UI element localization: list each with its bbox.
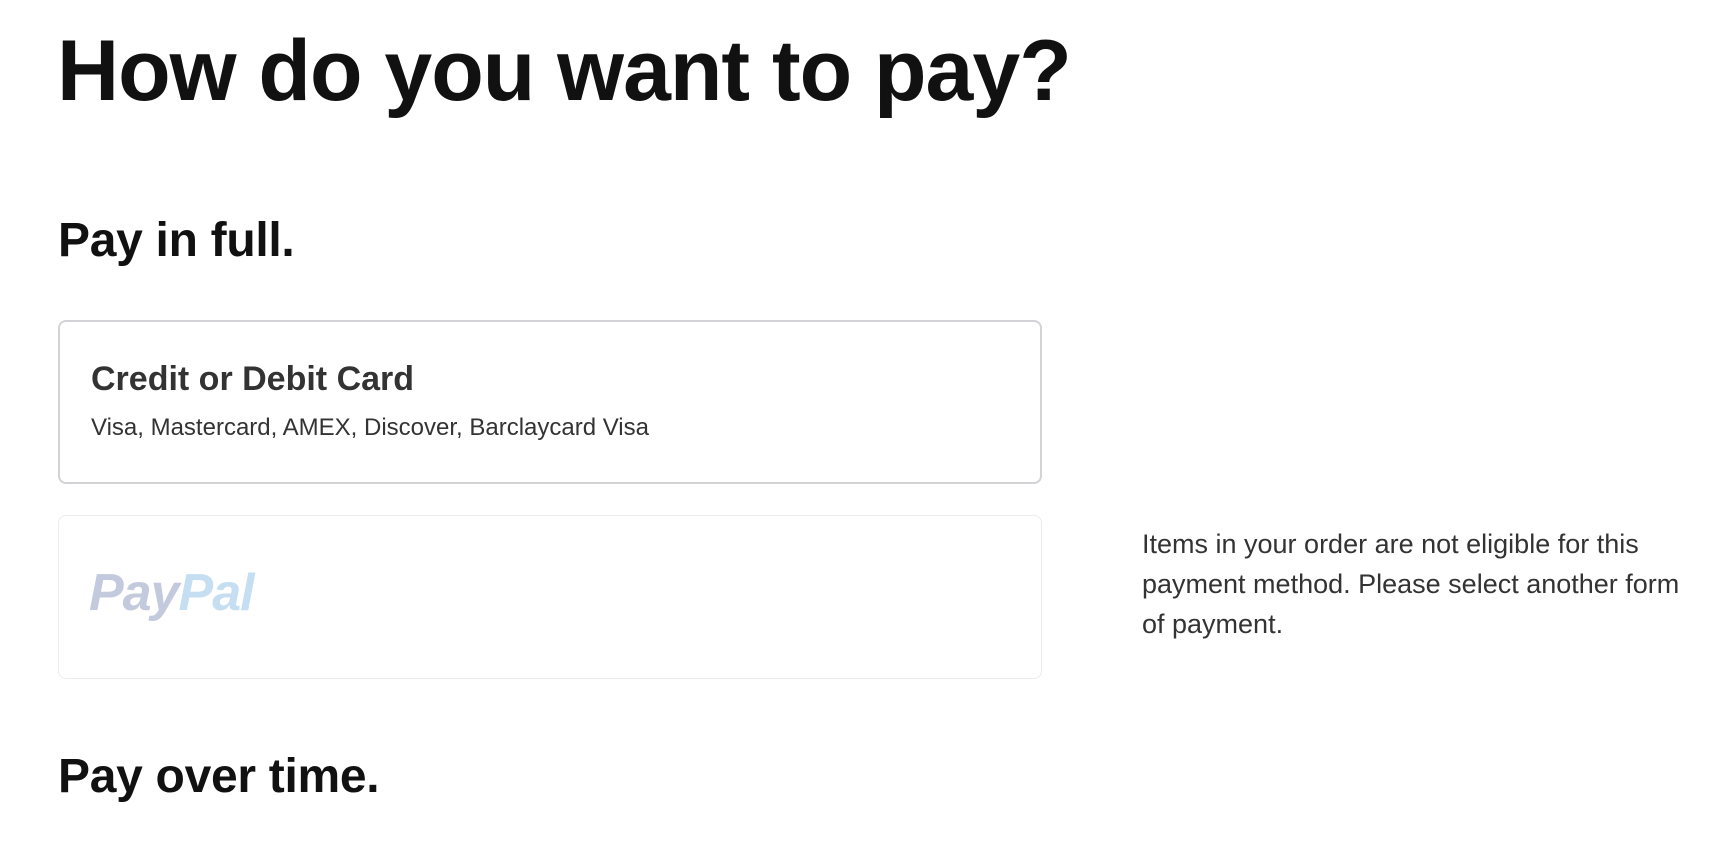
paypal-logo-pay: Pay [89,564,180,622]
paypal-option: PayPal [58,515,1042,679]
section-heading-pay-in-full: Pay in full. [58,214,295,267]
page-title: How do you want to pay? [57,23,1072,119]
credit-debit-card-option[interactable]: Credit or Debit Card Visa, Mastercard, A… [58,320,1042,484]
paypal-logo-pal: Pal [178,564,255,622]
paypal-ineligible-message: Items in your order are not eligible for… [1142,529,1680,639]
paypal-logo: PayPal [89,562,255,624]
credit-card-title: Credit or Debit Card [91,360,415,398]
credit-card-accepted-brands: Visa, Mastercard, AMEX, Discover, Barcla… [91,414,649,441]
section-heading-pay-over-time: Pay over time. [58,750,380,803]
